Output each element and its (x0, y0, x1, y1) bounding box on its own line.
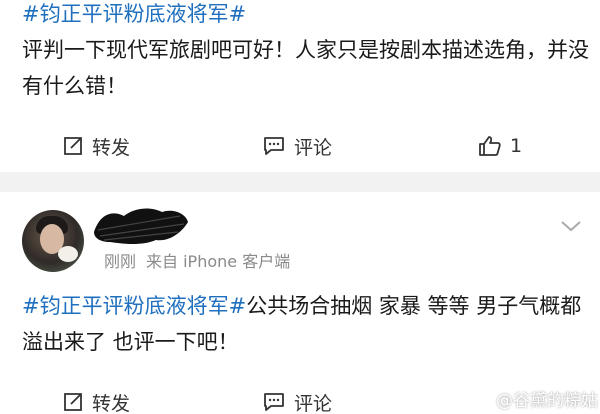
avatar[interactable] (22, 210, 84, 272)
weibo-logo-icon (470, 387, 490, 410)
post-1-hashtag[interactable]: #钧正平评粉底液将军# (22, 2, 246, 26)
post-1-like-button[interactable]: 1 (478, 126, 522, 166)
comment-icon (262, 135, 286, 157)
watermark: @谷黛的粽姑 (470, 386, 598, 411)
watermark-text: @谷黛的粽姑 (496, 391, 598, 411)
comment-label: 评论 (294, 392, 333, 414)
post-1-action-bar: 转发 评论 1 (0, 126, 600, 166)
avatar-puppy (58, 246, 78, 262)
repost-icon (62, 391, 84, 413)
post-2-text: #钧正平评粉底液将军#公共场合抽烟 家暴 等等 男子气概都溢出来了 也评一下吧！ (22, 288, 592, 360)
post-divider (0, 172, 600, 192)
post-2-comment-button[interactable]: 评论 (262, 382, 332, 414)
repost-icon (62, 135, 84, 157)
post-2-source: 来自 iPhone 客户端 (146, 252, 291, 271)
like-count: 1 (510, 135, 523, 157)
post-2: 刚刚 来自 iPhone 客户端 #钧正平评粉底液将军#公共场合抽烟 家暴 等等 … (0, 192, 600, 414)
comment-icon (262, 391, 286, 413)
post-2-repost-button[interactable]: 转发 (62, 382, 130, 414)
chevron-down-icon[interactable] (558, 216, 584, 236)
post-1-comment-button[interactable]: 评论 (262, 126, 332, 166)
repost-label: 转发 (92, 392, 131, 414)
post-2-time: 刚刚 (104, 252, 137, 271)
post-2-hashtag[interactable]: #钧正平评粉底液将军# (22, 294, 246, 318)
thumbs-up-icon (478, 135, 502, 157)
repost-label: 转发 (92, 136, 131, 159)
comment-label: 评论 (294, 136, 333, 159)
post-2-meta: 刚刚 来自 iPhone 客户端 (104, 248, 290, 272)
post-1-body: 评判一下现代军旅剧吧可好！人家只是按剧本描述选角，并没有什么错！ (22, 38, 589, 98)
post-1-repost-button[interactable]: 转发 (62, 126, 130, 166)
post-1: #钧正平评粉底液将军# 评判一下现代军旅剧吧可好！人家只是按剧本描述选角，并没有什… (0, 0, 600, 172)
redacted-username (94, 208, 188, 244)
post-1-text: #钧正平评粉底液将军# 评判一下现代军旅剧吧可好！人家只是按剧本描述选角，并没有什… (22, 0, 592, 104)
